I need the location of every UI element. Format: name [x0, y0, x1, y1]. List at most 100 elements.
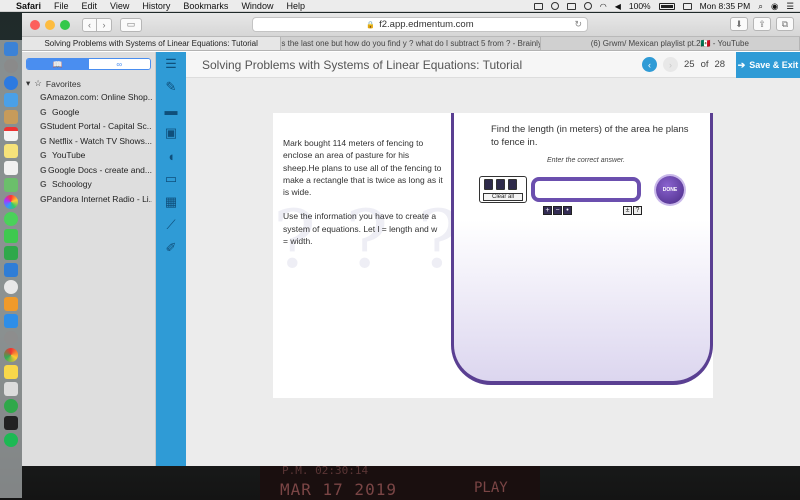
- tab-overview-button[interactable]: ⧉: [776, 17, 794, 31]
- menu-file[interactable]: File: [54, 1, 69, 11]
- share-button[interactable]: ⇪: [753, 17, 771, 31]
- address-bar[interactable]: 🔒 f2.app.edmentum.com ↻: [252, 17, 588, 32]
- contacts-icon[interactable]: [4, 110, 18, 124]
- reminders-icon[interactable]: [4, 161, 18, 175]
- menu-window[interactable]: Window: [241, 1, 273, 11]
- save-and-exit-button[interactable]: ➔ Save & Exit: [736, 52, 800, 78]
- notification-center-icon[interactable]: ☰: [786, 1, 794, 12]
- facetime-icon[interactable]: [4, 229, 18, 243]
- display-icon[interactable]: [566, 2, 576, 10]
- resources-button[interactable]: ▣: [162, 125, 180, 141]
- next-page-button[interactable]: ›: [663, 57, 678, 72]
- tab-edmentum[interactable]: Solving Problems with Systems of Linear …: [22, 37, 282, 50]
- launchpad-icon[interactable]: [4, 59, 18, 73]
- bookmark-schoology[interactable]: G Schoology: [40, 177, 152, 192]
- menu-history[interactable]: History: [142, 1, 170, 11]
- notes-app-icon[interactable]: [4, 365, 18, 379]
- reading-list-tab[interactable]: ∞: [88, 59, 150, 69]
- tab-brainly[interactable]: This is the last one but how do you find…: [281, 37, 541, 50]
- spotify-icon[interactable]: [4, 433, 18, 447]
- macos-menubar: Safari File Edit View History Bookmarks …: [0, 0, 800, 12]
- exponent-icon[interactable]: [508, 179, 517, 190]
- flag-icon[interactable]: [682, 2, 692, 10]
- keynote-icon[interactable]: [4, 263, 18, 277]
- plus-button[interactable]: +: [543, 206, 552, 215]
- dot-button[interactable]: •: [563, 206, 572, 215]
- finder-icon[interactable]: [4, 42, 18, 56]
- wifi-icon[interactable]: ◠: [600, 2, 607, 11]
- menu-edit[interactable]: Edit: [82, 1, 98, 11]
- book-icon: ▣: [164, 125, 178, 140]
- chrome-icon[interactable]: [4, 348, 18, 362]
- bookmark-student-portal[interactable]: G Student Portal - Capital Sc...: [40, 119, 152, 134]
- highlighter-button[interactable]: ✐: [162, 240, 180, 256]
- plus-minus-button[interactable]: ±: [623, 206, 632, 215]
- bookmarks-tab[interactable]: 📖: [27, 59, 89, 69]
- photos-icon[interactable]: [4, 195, 18, 209]
- folder-button[interactable]: ▬: [162, 102, 180, 118]
- bookmark-amazon[interactable]: G Amazon.com: Online Shop...: [40, 90, 152, 105]
- volume-icon[interactable]: ◀: [615, 2, 621, 11]
- mail-icon[interactable]: [4, 93, 18, 107]
- disclosure-triangle-icon[interactable]: ▾: [26, 78, 30, 89]
- answer-input[interactable]: [531, 177, 641, 202]
- calculator-button[interactable]: ▦: [162, 194, 180, 210]
- close-window-button[interactable]: [30, 19, 40, 30]
- bookmark-google-docs[interactable]: G Google Docs - create and...: [40, 163, 152, 178]
- back-button[interactable]: ‹: [82, 17, 97, 32]
- menu-help[interactable]: Help: [286, 1, 305, 11]
- vpn-icon[interactable]: [4, 399, 18, 413]
- messages-icon[interactable]: [4, 212, 18, 226]
- fraction-icon[interactable]: [484, 179, 493, 190]
- bookmark-pandora[interactable]: G Pandora Internet Radio - Li...: [40, 192, 152, 207]
- lesson-toolbar: ☰ ✎ ▬ ▣ ◖ ▭ ▦ ⟋ ✐: [156, 52, 186, 466]
- downloads-button[interactable]: ⬇: [730, 17, 748, 31]
- search-icon[interactable]: ⌕: [758, 1, 763, 12]
- clock[interactable]: Mon 8:35 PM: [700, 1, 751, 11]
- menu-safari[interactable]: Safari: [16, 1, 41, 11]
- done-button[interactable]: DONE: [656, 176, 684, 204]
- bookmark-youtube[interactable]: G YouTube: [40, 148, 152, 163]
- graph-button[interactable]: ⟋: [162, 217, 180, 233]
- lesson-content: ? ? ? Mark bought 114 meters of fencing …: [186, 78, 800, 466]
- camera-icon[interactable]: [533, 2, 543, 10]
- help-button[interactable]: ?: [633, 206, 642, 215]
- zoom-window-button[interactable]: [60, 19, 70, 30]
- sidebar-toggle-button[interactable]: ▭: [120, 17, 142, 32]
- ibooks-icon[interactable]: [4, 297, 18, 311]
- bookmark-google[interactable]: G Google: [40, 105, 152, 120]
- forward-button[interactable]: ›: [97, 17, 112, 32]
- chat-button[interactable]: ▭: [162, 171, 180, 187]
- maps-icon[interactable]: [4, 178, 18, 192]
- reload-icon[interactable]: ↻: [574, 19, 582, 30]
- safari-icon[interactable]: [4, 76, 18, 90]
- audio-button[interactable]: ◖: [162, 148, 180, 164]
- preview-icon[interactable]: [4, 382, 18, 396]
- bookmark-label: Netflix - Watch TV Shows...: [49, 135, 152, 146]
- notes-button[interactable]: ✎: [162, 79, 180, 95]
- tab-youtube[interactable]: (6) Grwm/ Mexican playlist pt.2🇲🇽 - YouT…: [541, 37, 800, 50]
- calendar-icon[interactable]: [4, 127, 18, 141]
- time-machine-icon[interactable]: [550, 2, 559, 10]
- bluetooth-icon[interactable]: [583, 2, 592, 10]
- system-preferences-icon[interactable]: [4, 331, 18, 345]
- clear-all-button[interactable]: Clear all: [483, 193, 523, 201]
- favicon-icon: G: [40, 121, 47, 132]
- bookmark-netflix[interactable]: G Netflix - Watch TV Shows...: [40, 134, 152, 149]
- mixed-number-icon[interactable]: [496, 179, 505, 190]
- epic-games-icon[interactable]: [4, 416, 18, 430]
- siri-icon[interactable]: ◉: [771, 1, 778, 12]
- app-store-icon[interactable]: [4, 314, 18, 328]
- itunes-icon[interactable]: [4, 280, 18, 294]
- previous-page-button[interactable]: ‹: [642, 57, 657, 72]
- notes-icon[interactable]: [4, 144, 18, 158]
- favorites-header[interactable]: ▾ ☆ Favorites: [26, 78, 155, 89]
- menu-bookmarks[interactable]: Bookmarks: [183, 1, 228, 11]
- minus-button[interactable]: −: [553, 206, 562, 215]
- safari-window: ‹ › ▭ 🔒 f2.app.edmentum.com ↻ ⬇ ⇪ ⧉ Solv…: [22, 13, 800, 466]
- battery-icon[interactable]: [658, 2, 675, 10]
- numbers-icon[interactable]: [4, 246, 18, 260]
- minimize-window-button[interactable]: [45, 19, 55, 30]
- lesson-menu-button[interactable]: ☰: [162, 56, 180, 72]
- menu-view[interactable]: View: [110, 1, 129, 11]
